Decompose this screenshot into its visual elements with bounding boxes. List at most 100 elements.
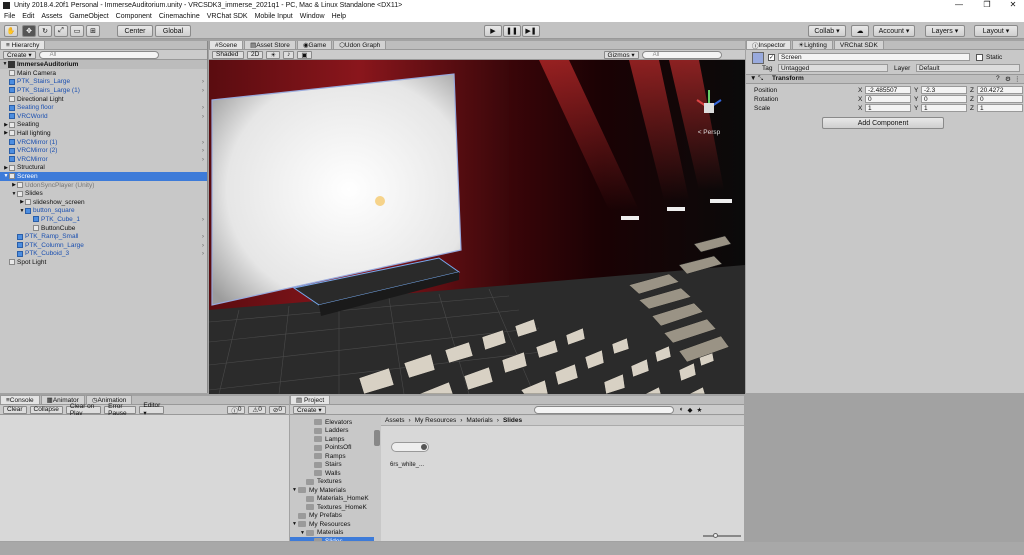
tab-scene[interactable]: # Scene: [209, 41, 244, 49]
hierarchy-row[interactable]: VRCWorld ›: [0, 112, 207, 121]
prefab-open-icon[interactable]: ›: [202, 242, 204, 249]
hierarchy-row[interactable]: PTK_Cube_1 ›: [0, 215, 207, 224]
menu-component[interactable]: Component: [116, 13, 152, 20]
scene-viewport[interactable]: < Persp: [209, 60, 745, 394]
pause-button[interactable]: ❚❚: [503, 25, 521, 37]
gizmos-dropdown[interactable]: Gizmos ▾: [603, 50, 639, 59]
scene-root-row[interactable]: ▼ ImmerseAuditorium: [0, 60, 207, 69]
hierarchy-row[interactable]: PTK_Stairs_Large (1) ›: [0, 86, 207, 95]
shading-mode-dropdown[interactable]: Shaded: [212, 50, 244, 59]
tab-game[interactable]: ◉ Game: [296, 41, 333, 49]
transform-z-field[interactable]: 1: [977, 104, 1023, 112]
tab-asset-store[interactable]: ▤ Asset Store: [244, 41, 296, 49]
slider-handle[interactable]: [713, 533, 718, 538]
hierarchy-row[interactable]: Spot Light: [0, 258, 207, 267]
hierarchy-row[interactable]: Main Camera: [0, 69, 207, 78]
hierarchy-row[interactable]: Seating floor ›: [0, 103, 207, 112]
breadcrumb-item[interactable]: Assets: [385, 417, 405, 424]
hierarchy-row[interactable]: ▶ Seating: [0, 121, 207, 130]
folder-row[interactable]: PointsOfI: [290, 444, 374, 453]
pivot-global-button[interactable]: Global: [155, 25, 191, 37]
scene-search-input[interactable]: All: [641, 50, 722, 59]
project-search-input[interactable]: [533, 405, 674, 414]
prefab-open-icon[interactable]: ›: [202, 87, 204, 94]
step-button[interactable]: ▶❚: [522, 25, 540, 37]
folder-row[interactable]: My Prefabs: [290, 512, 374, 521]
tab-hierarchy[interactable]: ≡ Hierarchy: [0, 41, 46, 49]
hierarchy-row[interactable]: ▶ UdonSyncPlayer (Unity): [0, 181, 207, 190]
folder-row[interactable]: Elevators: [290, 418, 374, 427]
hierarchy-row[interactable]: ▶ Hall lighting: [0, 129, 207, 138]
foldout-arrow-icon[interactable]: ▼: [750, 75, 756, 82]
tab-inspector[interactable]: ⓘ Inspector: [746, 40, 792, 50]
filter-label-icon[interactable]: ◆: [688, 406, 693, 414]
layers-button[interactable]: Layers ▾: [925, 25, 965, 37]
layout-button[interactable]: Layout ▾: [974, 25, 1018, 37]
hierarchy-row[interactable]: ▼ button_square: [0, 207, 207, 216]
close-icon[interactable]: ✕: [1004, 0, 1022, 11]
hierarchy-row[interactable]: ▶ slideshow_screen: [0, 198, 207, 207]
pivot-center-button[interactable]: Center: [117, 25, 153, 37]
breadcrumb-item[interactable]: My Resources: [415, 417, 457, 424]
console-count-toggle[interactable]: ⊘ 0: [268, 405, 286, 414]
hierarchy-row[interactable]: PTK_Column_Large ›: [0, 241, 207, 250]
menu-mobile-input[interactable]: Mobile Input: [255, 13, 293, 20]
thumbnail-size-slider[interactable]: [703, 535, 741, 537]
console-error-pause-button[interactable]: Error Pause: [104, 403, 137, 417]
folder-row[interactable]: ▼ Materials: [290, 529, 374, 538]
help-icon[interactable]: ?: [996, 75, 1000, 82]
minimize-icon[interactable]: —: [950, 0, 968, 11]
folder-row[interactable]: Ladders: [290, 427, 374, 436]
audio-toggle-icon[interactable]: ♪: [283, 50, 295, 59]
transform-tool-icon[interactable]: ⊞: [86, 25, 100, 37]
cloud-icon[interactable]: ☁: [851, 25, 869, 37]
folder-row[interactable]: ▼ My Resources: [290, 520, 374, 529]
hierarchy-row[interactable]: Directional Light: [0, 95, 207, 104]
tab-lighting[interactable]: ☀ Lighting: [792, 40, 833, 49]
layer-dropdown[interactable]: Default: [916, 64, 1020, 72]
prefab-open-icon[interactable]: ›: [202, 147, 204, 154]
menu-help[interactable]: Help: [332, 13, 346, 20]
move-tool-icon[interactable]: ✥: [22, 25, 36, 37]
hand-tool-icon[interactable]: ✋: [4, 25, 18, 37]
folder-row[interactable]: Slides: [290, 537, 374, 541]
tab-project[interactable]: ▤ Project: [290, 395, 331, 404]
rect-tool-icon[interactable]: ▭: [70, 25, 84, 37]
lighting-toggle-icon[interactable]: ☀: [266, 50, 281, 59]
transform-y-field[interactable]: 0: [921, 95, 967, 103]
menu-cinemachine[interactable]: Cinemachine: [159, 13, 200, 20]
prefab-open-icon[interactable]: ›: [202, 216, 204, 223]
restore-icon[interactable]: ❐: [978, 0, 996, 11]
effects-toggle-icon[interactable]: ▣: [297, 50, 312, 59]
console-collapse-button[interactable]: Collapse: [29, 405, 63, 414]
folder-row[interactable]: Stairs: [290, 461, 374, 470]
play-button[interactable]: ▶: [484, 25, 502, 37]
hierarchy-row[interactable]: PTK_Ramp_Small ›: [0, 232, 207, 241]
hierarchy-row[interactable]: VRCMirror (2) ›: [0, 146, 207, 155]
prefab-open-icon[interactable]: ›: [202, 233, 204, 240]
transform-y-field[interactable]: -2.3: [921, 86, 967, 94]
console-clear-on-play-button[interactable]: Clear on Play: [65, 403, 102, 417]
scale-tool-icon[interactable]: ⤢: [54, 25, 68, 37]
console-count-toggle[interactable]: ⚠ 0: [248, 405, 266, 414]
hierarchy-row[interactable]: ▼ Slides: [0, 189, 207, 198]
console-editor-button[interactable]: Editor ▾: [139, 402, 165, 417]
folder-row[interactable]: Textures: [290, 478, 374, 487]
folder-row[interactable]: Walls: [290, 469, 374, 478]
breadcrumb-item[interactable]: Slides: [503, 417, 522, 424]
breadcrumb-item[interactable]: Materials: [466, 417, 492, 424]
console-clear-button[interactable]: Clear: [3, 405, 27, 414]
transform-y-field[interactable]: 1: [921, 104, 967, 112]
hierarchy-search-input[interactable]: All: [38, 50, 159, 59]
folder-row[interactable]: Materials_HomeK: [290, 495, 374, 504]
add-component-button[interactable]: Add Component: [822, 117, 944, 129]
transform-x-field[interactable]: -2.485507: [865, 86, 911, 94]
favorite-icon[interactable]: ★: [697, 406, 703, 414]
menu-gameobject[interactable]: GameObject: [69, 13, 108, 20]
transform-z-field[interactable]: 0: [977, 95, 1023, 103]
filter-type-icon[interactable]: ◐: [680, 406, 684, 413]
console-count-toggle[interactable]: ⓘ 0: [227, 405, 246, 415]
object-name-field[interactable]: Screen: [778, 53, 970, 61]
hierarchy-row[interactable]: ▶ Structural: [0, 164, 207, 173]
prefab-open-icon[interactable]: ›: [202, 156, 204, 163]
